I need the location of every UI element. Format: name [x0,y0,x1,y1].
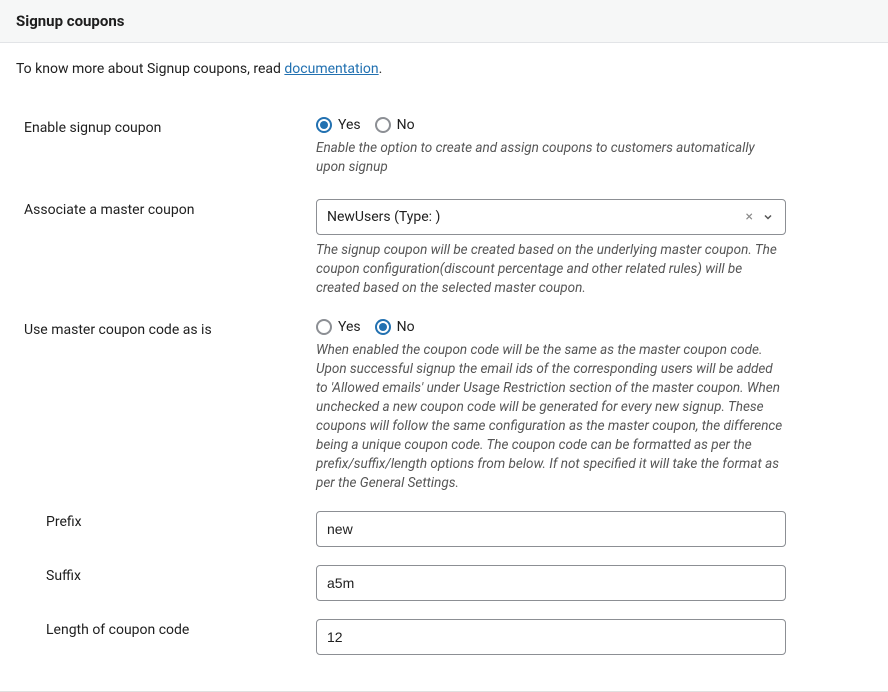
associate-selected-value: NewUsers (Type: ) [327,209,440,225]
suffix-input[interactable] [316,565,786,601]
enable-yes-label: Yes [338,117,361,133]
intro-suffix: . [379,61,383,77]
enable-yes-option[interactable]: Yes [316,117,361,133]
field-enable-signup-coupon: Enable signup coupon Yes No Enable the o… [16,117,872,177]
use-master-control: Yes No When enabled the coupon code will… [316,319,786,492]
section-header: Signup coupons [0,0,888,43]
associate-description: The signup coupon will be created based … [316,241,786,298]
intro-text: To know more about Signup coupons, read … [0,43,888,85]
suffix-control [316,565,786,601]
use-master-yes-option[interactable]: Yes [316,319,361,335]
length-input[interactable] [316,619,786,655]
chevron-down-icon[interactable] [761,210,775,224]
use-master-label: Use master coupon code as is [16,319,316,338]
field-prefix: Prefix [16,511,872,547]
clear-selection-icon[interactable]: × [746,210,753,224]
associate-control: NewUsers (Type: ) × The signup coupon wi… [316,199,786,298]
use-master-no-option[interactable]: No [375,319,415,335]
prefix-input[interactable] [316,511,786,547]
length-label: Length of coupon code [16,619,316,638]
radio-checked-icon [375,319,391,335]
radio-checked-icon [316,117,332,133]
intro-prefix: To know more about Signup coupons, read [16,61,284,77]
associate-label: Associate a master coupon [16,199,316,218]
radio-unchecked-icon [375,117,391,133]
field-use-master-coupon-code: Use master coupon code as is Yes No When… [16,319,872,492]
length-control [316,619,786,655]
enable-label: Enable signup coupon [16,117,316,136]
radio-unchecked-icon [316,319,332,335]
enable-control: Yes No Enable the option to create and a… [316,117,786,177]
field-associate-master-coupon: Associate a master coupon NewUsers (Type… [16,199,872,298]
prefix-label: Prefix [16,511,316,530]
field-length-of-coupon-code: Length of coupon code [16,619,872,655]
field-suffix: Suffix [16,565,872,601]
suffix-label: Suffix [16,565,316,584]
use-master-description: When enabled the coupon code will be the… [316,341,786,492]
select-actions: × [746,210,775,224]
enable-description: Enable the option to create and assign c… [316,139,786,177]
form-area: Enable signup coupon Yes No Enable the o… [0,85,888,675]
use-master-yes-label: Yes [338,319,361,335]
use-master-no-label: No [397,319,415,335]
enable-no-option[interactable]: No [375,117,415,133]
enable-radio-group: Yes No [316,117,786,133]
use-master-radio-group: Yes No [316,319,786,335]
section-title: Signup coupons [16,12,872,30]
enable-no-label: No [397,117,415,133]
bottom-divider [0,691,888,692]
associate-select[interactable]: NewUsers (Type: ) × [316,199,786,235]
documentation-link[interactable]: documentation [284,61,378,77]
prefix-control [316,511,786,547]
